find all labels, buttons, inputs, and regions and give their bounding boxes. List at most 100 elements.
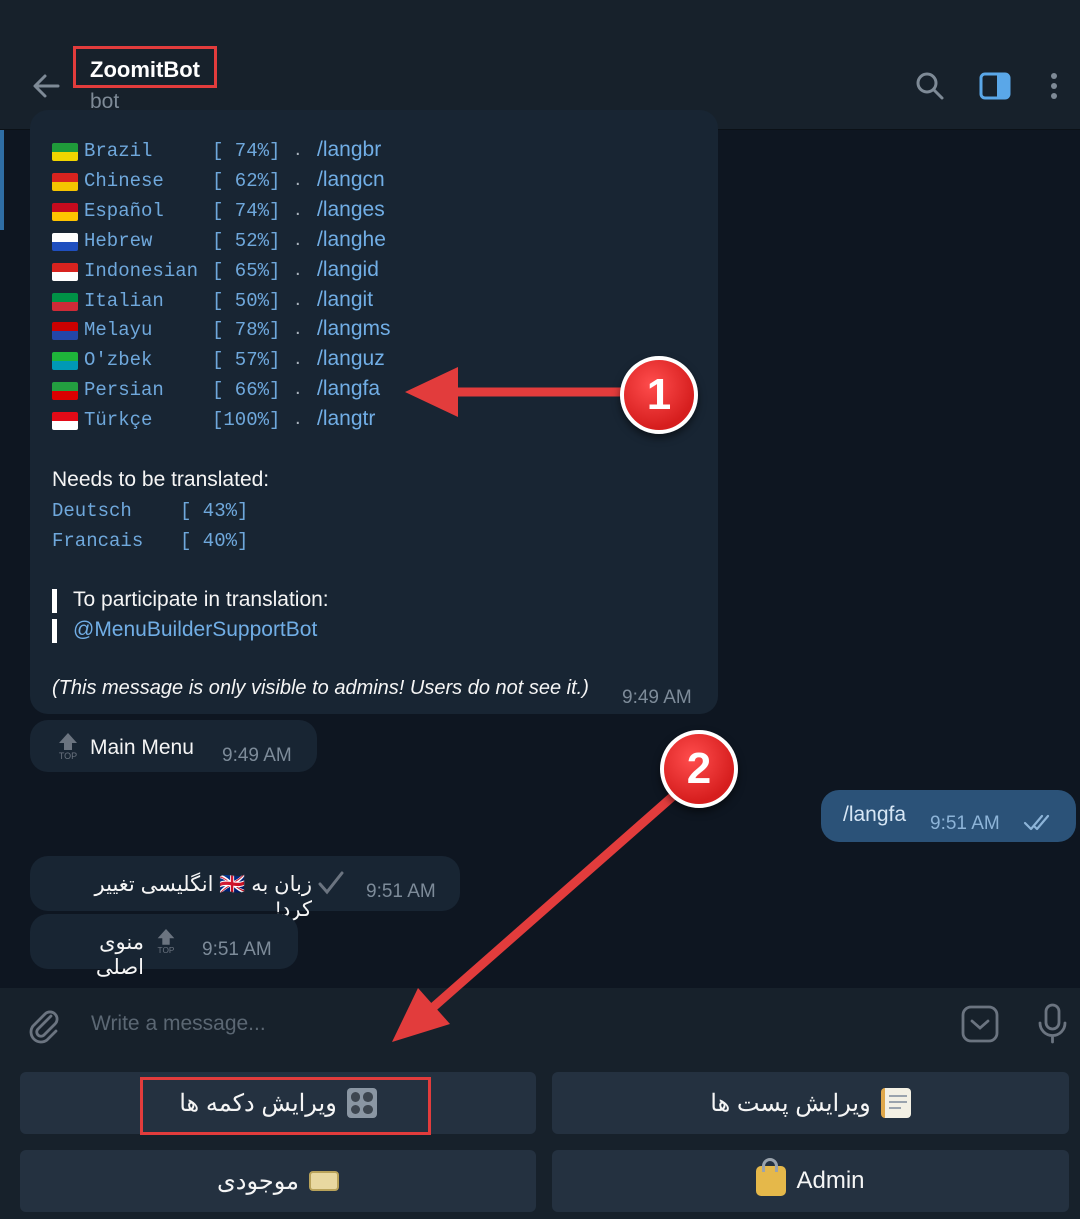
language-name: Italian: [84, 289, 164, 312]
flag-icon: [52, 232, 78, 251]
back-arrow-icon[interactable]: [28, 68, 64, 104]
language-command-link[interactable]: /languz: [317, 347, 385, 371]
language-percent: [ 52%]: [212, 229, 281, 252]
separator-dot: .: [295, 317, 301, 340]
flag-icon: [52, 382, 78, 401]
quote-bar: [52, 589, 57, 613]
message-time: 9:49 AM: [222, 745, 292, 766]
main-menu-text: Main Menu: [90, 736, 194, 759]
edit-posts-button[interactable]: ویرایش پست ها: [552, 1072, 1069, 1134]
language-percent: [ 74%]: [212, 140, 281, 162]
language-command-link[interactable]: /langit: [317, 288, 373, 312]
attach-icon[interactable]: [24, 1004, 64, 1044]
language-row: Türkçe [100%]. /langtr: [52, 407, 452, 437]
language-percent: [ 57%]: [212, 349, 281, 372]
microphone-icon[interactable]: [1034, 1002, 1074, 1046]
separator-dot: .: [295, 138, 301, 160]
search-icon[interactable]: [910, 66, 950, 106]
lock-key-icon: [756, 1158, 787, 1196]
admin-note: (This message is only visible to admins!…: [52, 677, 589, 699]
edit-buttons-annotation-box: [140, 1077, 431, 1135]
flag-icon: [52, 412, 78, 431]
flag-icon: [52, 202, 78, 221]
language-name: Melayu: [84, 319, 153, 342]
message-input-bar: Write a message...: [0, 988, 1080, 1062]
memo-icon: [880, 1088, 911, 1118]
support-bot-link[interactable]: @MenuBuilderSupportBot: [73, 618, 317, 642]
quote-bar: [52, 619, 57, 643]
separator-dot: .: [295, 407, 301, 430]
message-time: 9:51 AM: [202, 939, 272, 960]
svg-text:TOP: TOP: [158, 945, 175, 955]
language-row: Hebrew [ 52%]. /langhe: [52, 228, 452, 258]
language-name: Chinese: [84, 169, 164, 192]
needs-row-percent: [ 43%]: [180, 500, 249, 522]
language-percent: [ 62%]: [212, 169, 281, 192]
window-top-strip: [0, 0, 1080, 40]
separator-dot: .: [295, 347, 301, 370]
separator-dot: .: [295, 227, 301, 250]
language-command-link[interactable]: /langhe: [317, 228, 386, 252]
language-percent: [ 66%]: [212, 379, 281, 402]
annotation-badge-1: 1: [620, 356, 698, 434]
sidebar-toggle-icon[interactable]: [975, 66, 1015, 106]
language-command-link[interactable]: /langid: [317, 258, 379, 282]
language-row: Chinese [ 62%]. /langcn: [52, 168, 452, 198]
admin-button[interactable]: Admin: [552, 1150, 1069, 1212]
language-row: O'zbek [ 57%]. /languz: [52, 347, 452, 377]
language-command-link[interactable]: /langbr: [317, 138, 381, 162]
separator-dot: .: [295, 287, 301, 310]
chat-title[interactable]: ZoomitBot: [90, 57, 200, 83]
language-percent: [ 50%]: [212, 289, 281, 312]
language-command-link[interactable]: /langfa: [317, 377, 380, 401]
language-name: Persian: [84, 379, 164, 402]
separator-dot: .: [295, 167, 301, 190]
top-icon: TOP: [59, 733, 77, 761]
balance-button[interactable]: موجودی: [20, 1150, 536, 1212]
language-row: Melayu [ 78%]. /langms: [52, 317, 452, 347]
language-name: Hebrew: [84, 229, 153, 252]
language-name: Español: [84, 199, 164, 222]
message-time: 9:51 AM: [930, 813, 1000, 834]
language-percent: [ 65%]: [212, 259, 281, 282]
admin-label: Admin: [796, 1167, 865, 1194]
language-name: Brazil: [84, 140, 153, 162]
flag-icon: [52, 292, 78, 311]
more-vert-icon[interactable]: [1034, 66, 1074, 106]
separator-dot: .: [295, 257, 301, 280]
language-row: Brazil [ 74%]. /langbr: [52, 138, 452, 168]
bot-keyboard-icon[interactable]: [960, 1004, 1000, 1044]
read-check-icon: [1023, 814, 1050, 831]
separator-dot: .: [295, 197, 301, 220]
message-time: 9:51 AM: [366, 881, 436, 902]
flag-icon: [52, 352, 78, 371]
language-command-link[interactable]: /langcn: [317, 168, 385, 192]
language-percent: [ 74%]: [212, 199, 281, 222]
language-command-link[interactable]: /langtr: [317, 407, 375, 431]
language-name: Indonesian: [84, 259, 199, 282]
main-menu-fa-text: منوی اصلی: [95, 931, 144, 979]
needs-translation-heading: Needs to be translated:: [52, 468, 270, 491]
flag-icon: [52, 143, 78, 161]
svg-text:TOP: TOP: [59, 751, 77, 761]
outgoing-message: /langfa 9:51 AM: [821, 790, 1076, 842]
language-command-link[interactable]: /langes: [317, 198, 385, 222]
needs-row-name: Francais: [52, 530, 144, 552]
check-icon: [318, 871, 344, 895]
money-icon: [308, 1171, 339, 1191]
language-row: Español [ 74%]. /langes: [52, 198, 452, 228]
needs-row-percent: [ 40%]: [180, 530, 249, 552]
needs-row-name: Deutsch: [52, 500, 132, 522]
annotation-badge-2: 2: [660, 730, 738, 808]
scroll-accent: [0, 130, 4, 230]
language-row: Indonesian [ 65%]. /langid: [52, 258, 452, 288]
message-time: 9:49 AM: [622, 687, 692, 708]
language-percent: [ 78%]: [212, 319, 281, 342]
balance-label: موجودی: [217, 1167, 299, 1195]
language-command-link[interactable]: /langms: [317, 317, 391, 341]
top-icon: TOP: [158, 929, 175, 955]
message-input[interactable]: Write a message...: [91, 1012, 266, 1036]
participate-text: To participate in translation:: [73, 588, 329, 611]
language-row: Italian [ 50%]. /langit: [52, 288, 452, 318]
separator-dot: .: [295, 377, 301, 400]
